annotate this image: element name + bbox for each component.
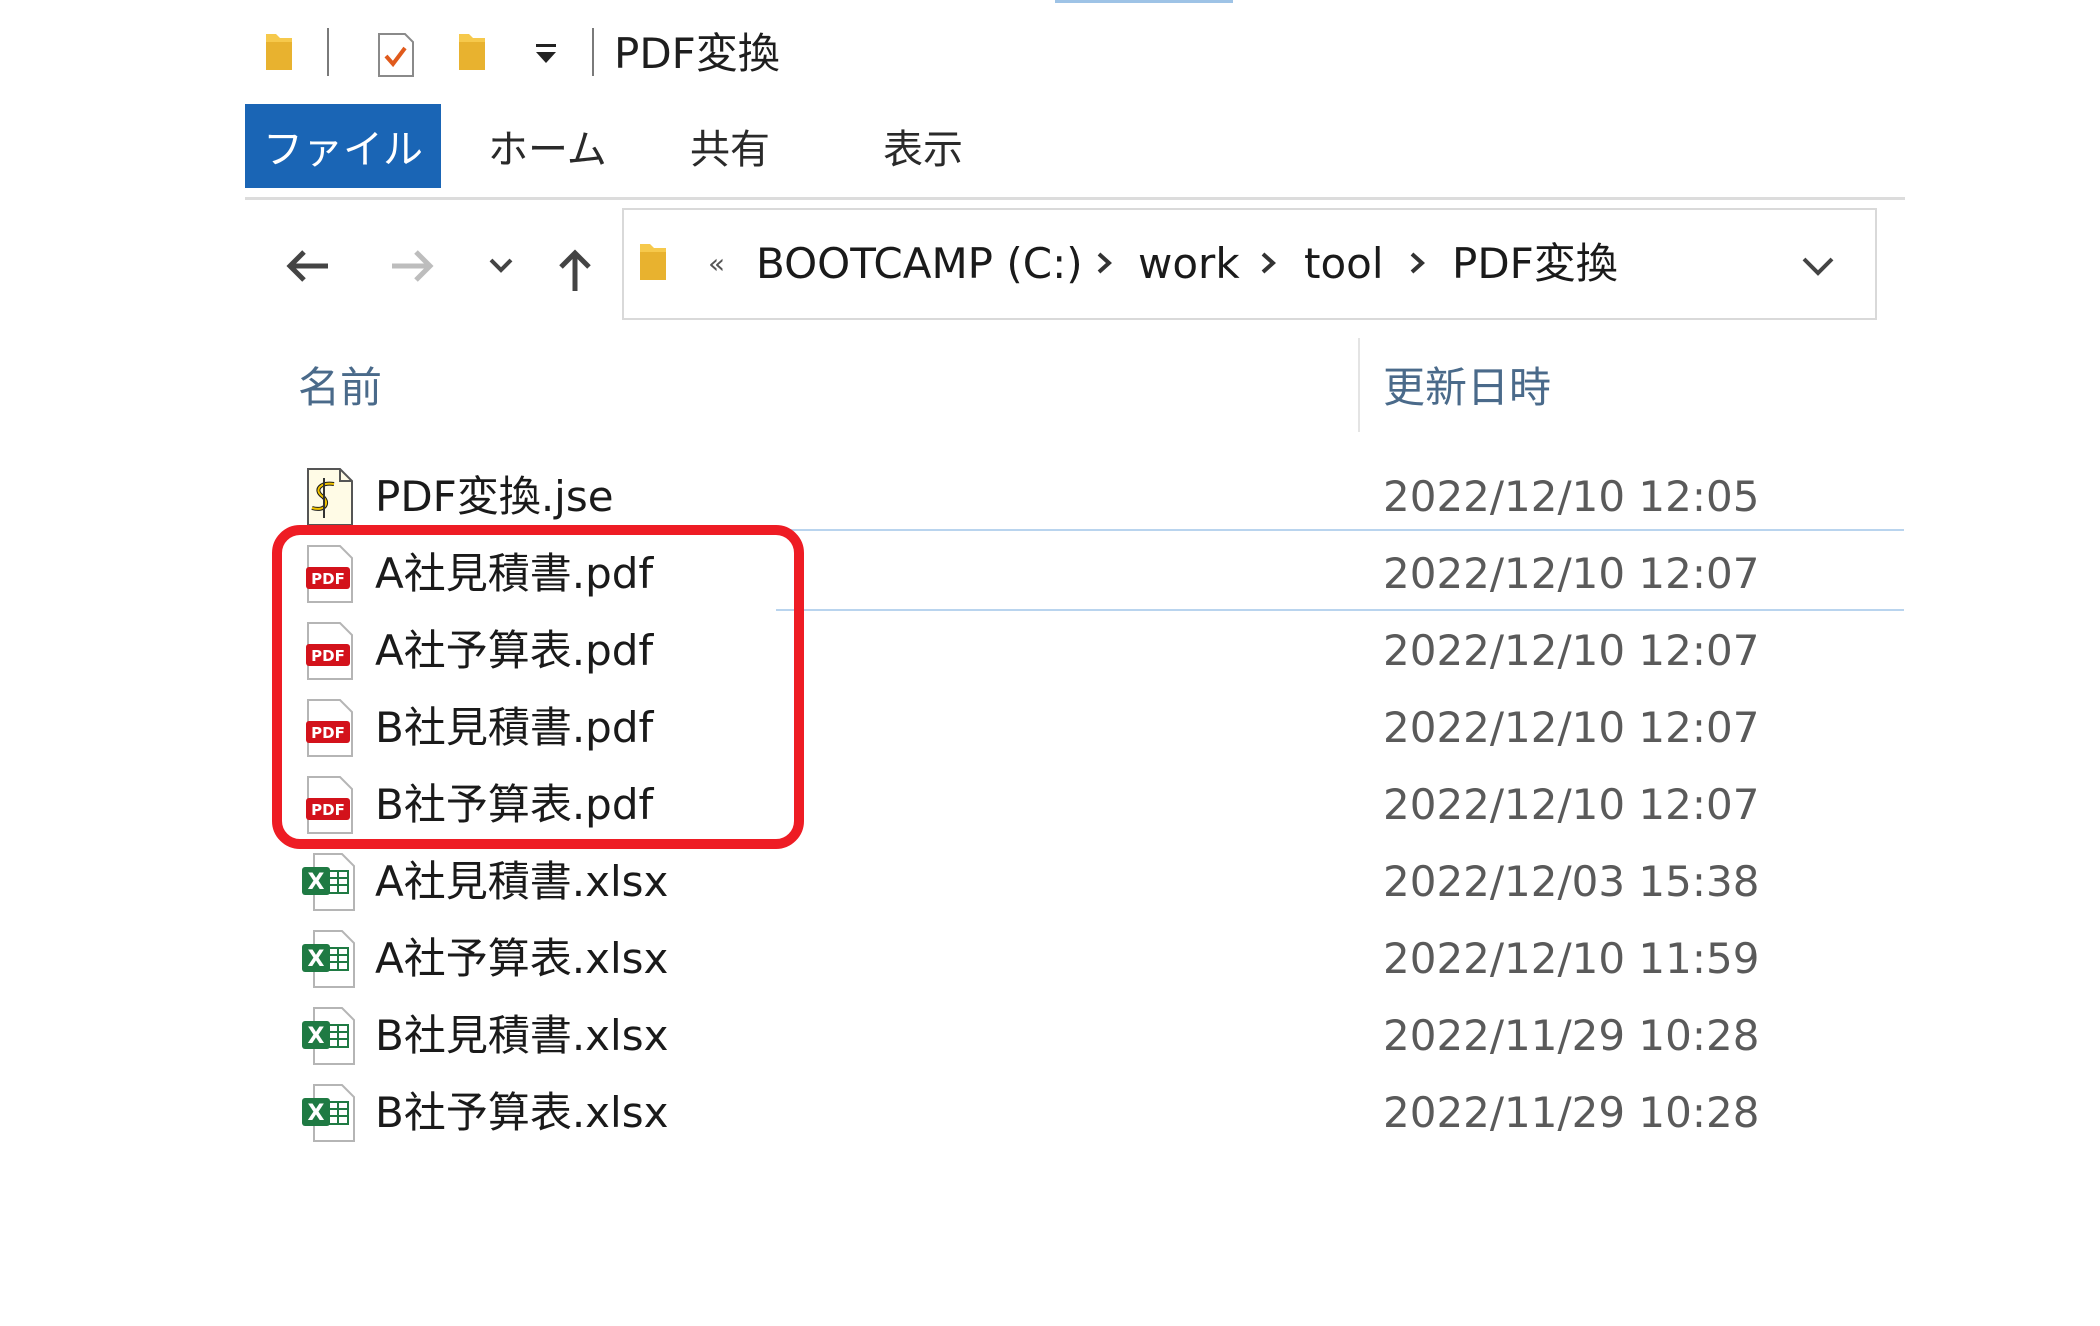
highlight-box <box>272 525 804 849</box>
file-modified-date: 2022/11/29 10:28 <box>1383 1011 1760 1060</box>
folder-icon <box>636 240 670 288</box>
arrow-left-icon <box>286 250 328 282</box>
column-header-name[interactable]: 名前 <box>298 358 382 418</box>
breadcrumb-drive[interactable]: BOOTCAMP (C:) <box>756 234 1083 294</box>
file-modified-date: 2022/12/10 12:07 <box>1383 549 1760 598</box>
chevron-down-icon <box>1802 257 1834 276</box>
excel-file-icon: X <box>300 1082 356 1144</box>
excel-file-icon: X <box>300 851 356 913</box>
file-modified-date: 2022/12/10 12:07 <box>1383 703 1760 752</box>
separator <box>592 28 594 76</box>
folder-icon <box>262 30 296 78</box>
file-modified-date: 2022/12/10 12:07 <box>1383 780 1760 829</box>
file-modified-date: 2022/11/29 10:28 <box>1383 1088 1760 1137</box>
forward-button[interactable] <box>388 242 438 290</box>
file-name[interactable]: A社予算表.xlsx <box>375 920 668 997</box>
column-divider[interactable] <box>1358 338 1360 432</box>
file-modified-date: 2022/12/10 12:07 <box>1383 626 1760 675</box>
address-overflow[interactable]: « <box>708 244 725 284</box>
chevron-down-icon <box>489 258 513 273</box>
file-modified-date: 2022/12/10 12:05 <box>1383 472 1760 521</box>
svg-text:X: X <box>308 1024 325 1049</box>
excel-file-icon: X <box>300 928 356 990</box>
breadcrumb-current[interactable]: PDF変換 <box>1452 234 1618 294</box>
file-modified-date: 2022/12/03 15:38 <box>1383 857 1760 906</box>
script-file-icon <box>300 466 356 528</box>
separator <box>327 28 329 76</box>
new-folder-icon[interactable] <box>455 30 489 78</box>
tab-home[interactable]: ホーム <box>488 104 607 188</box>
recent-locations-button[interactable] <box>486 254 516 278</box>
svg-text:X: X <box>308 1101 325 1126</box>
breadcrumb-work[interactable]: work <box>1138 234 1240 294</box>
chevron-right-icon[interactable] <box>1090 248 1118 278</box>
arrow-right-icon <box>392 250 434 282</box>
properties-icon[interactable] <box>376 28 416 84</box>
file-name[interactable]: B社見積書.xlsx <box>375 997 668 1074</box>
top-accent-line <box>1055 0 1233 3</box>
file-modified-date: 2022/12/10 11:59 <box>1383 934 1760 983</box>
svg-text:X: X <box>308 947 325 972</box>
chevron-right-icon[interactable] <box>1403 248 1431 278</box>
address-bar-edge <box>1875 208 1877 320</box>
customize-toolbar-icon[interactable] <box>535 42 557 70</box>
window-title: PDF変換 <box>614 29 780 78</box>
back-button[interactable] <box>282 242 332 290</box>
breadcrumb-tool[interactable]: tool <box>1304 234 1384 294</box>
up-button[interactable] <box>555 246 595 294</box>
chevron-right-icon[interactable] <box>1254 248 1282 278</box>
tab-file[interactable]: ファイル <box>245 104 441 188</box>
arrow-up-icon <box>559 249 591 291</box>
tab-share[interactable]: 共有 <box>690 104 770 188</box>
file-name[interactable]: B社予算表.xlsx <box>375 1074 668 1151</box>
tab-view[interactable]: 表示 <box>883 104 963 188</box>
file-name[interactable]: PDF変換.jse <box>375 458 614 535</box>
column-header-modified[interactable]: 更新日時 <box>1383 358 1551 418</box>
ribbon-divider <box>245 197 1905 200</box>
excel-file-icon: X <box>300 1005 356 1067</box>
file-name[interactable]: A社見積書.xlsx <box>375 843 668 920</box>
address-dropdown-button[interactable] <box>1800 254 1836 282</box>
svg-text:X: X <box>308 870 325 895</box>
